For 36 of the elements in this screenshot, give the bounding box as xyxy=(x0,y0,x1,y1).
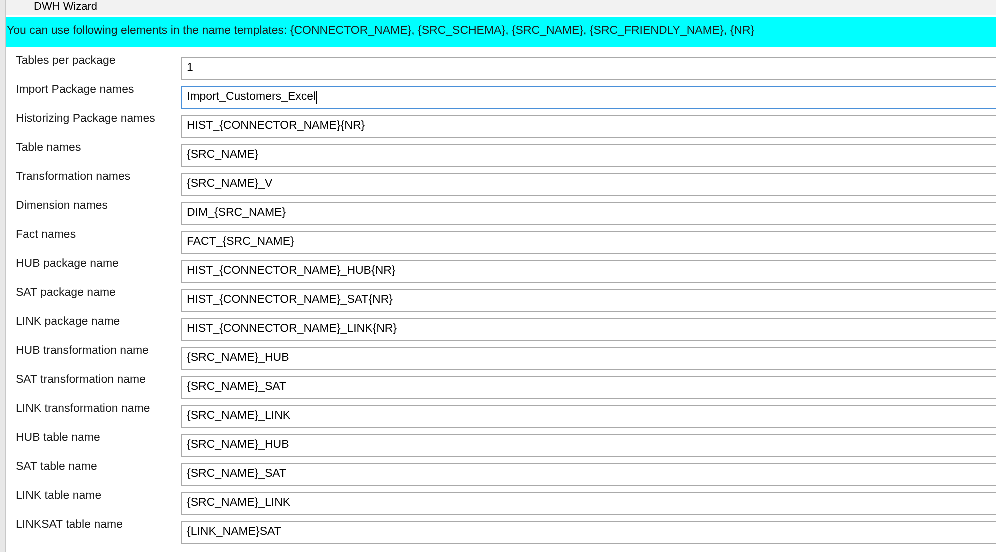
field-label: SAT transformation name xyxy=(15,375,147,386)
field-label: HUB transformation name xyxy=(15,346,150,358)
text-field[interactable]: {LINK_NAME}SAT xyxy=(181,521,996,544)
text-field[interactable]: HIST_{CONNECTOR_NAME}_SAT{NR} xyxy=(181,289,996,312)
field-label: Import Package names xyxy=(15,85,136,96)
text-field[interactable]: {SRC_NAME} xyxy=(181,144,996,167)
text-field[interactable]: {SRC_NAME}_SAT xyxy=(181,376,996,399)
field-label: HUB package name xyxy=(15,259,120,270)
field-label: LINKSAT table name xyxy=(15,520,124,532)
text-field[interactable]: {SRC_NAME}_LINK xyxy=(181,492,996,515)
field-label: Transformation names xyxy=(15,172,132,184)
field-label: Table names xyxy=(15,143,82,154)
text-field[interactable]: DIM_{SRC_NAME} xyxy=(181,202,996,225)
field-label: Dimension names xyxy=(15,201,110,212)
text-field[interactable]: {SRC_NAME}_LINK xyxy=(181,405,996,428)
text-field[interactable]: {SRC_NAME}_HUB xyxy=(181,434,996,457)
field-label: LINK table name xyxy=(15,491,103,502)
text-field[interactable]: {SRC_NAME}_SAT xyxy=(181,463,996,486)
text-field[interactable]: {SRC_NAME}_HUB xyxy=(181,347,996,370)
field-label: Fact names xyxy=(15,230,78,242)
text-field[interactable]: {SRC_NAME}_V xyxy=(181,173,996,196)
text-field[interactable]: HIST_{CONNECTOR_NAME}_HUB{NR} xyxy=(181,260,996,283)
text-field[interactable]: 1 xyxy=(181,57,996,80)
field-label: Tables per package xyxy=(15,56,117,68)
field-label: HUB table name xyxy=(15,433,102,444)
text-field[interactable]: FACT_{SRC_NAME} xyxy=(181,231,996,254)
info-banner: You can use following elements in the name templates: {CONNECTOR_NAME}, {SRC_SCHEMA}, {SRC_NAME}, {SRC_FRIENDLY_NAME}, {NR} xyxy=(6,17,996,47)
text-field[interactable]: HIST_{CONNECTOR_NAME}{NR} xyxy=(181,115,996,138)
window-title: DWH Wizard xyxy=(34,2,98,13)
field-label: SAT table name xyxy=(15,462,98,474)
field-label: LINK package name xyxy=(15,317,122,328)
field-label: Historizing Package names xyxy=(15,114,156,126)
field-label: LINK transformation name xyxy=(15,404,152,416)
text-field[interactable]: Import_Customers_Excel xyxy=(181,86,996,109)
field-label: SAT package name xyxy=(15,288,117,300)
text-field[interactable]: HIST_{CONNECTOR_NAME}_LINK{NR} xyxy=(181,318,996,341)
